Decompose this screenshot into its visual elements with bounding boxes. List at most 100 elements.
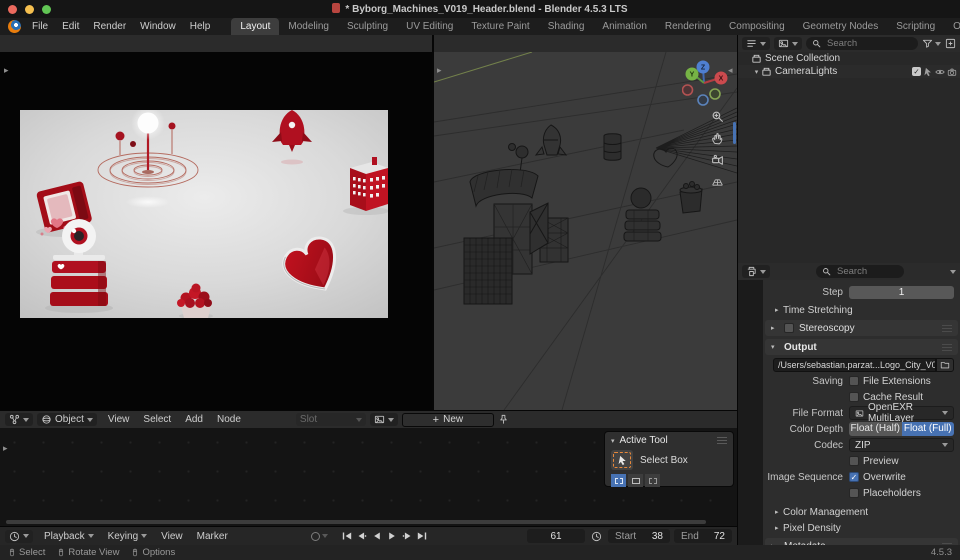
perspective-toggle-icon[interactable] <box>711 176 724 189</box>
file-format-dropdown[interactable]: OpenEXR MultiLayer <box>849 402 954 424</box>
node-menu-add[interactable]: Add <box>178 411 210 428</box>
saving-label: Saving <box>812 375 843 387</box>
current-frame-field[interactable]: 61 <box>527 529 585 543</box>
output-panel[interactable]: ▾ Output <box>765 339 958 355</box>
toolbar-expand-icon[interactable]: ▸ <box>3 444 8 453</box>
output-path-field[interactable]: /Users/sebastian.parzat...Logo_City_V07_… <box>773 358 936 372</box>
camera-view-icon[interactable] <box>711 154 724 167</box>
placeholders-checkbox[interactable] <box>849 488 859 498</box>
play-button[interactable] <box>385 530 399 543</box>
outliner-filter-dropdown[interactable] <box>922 38 941 49</box>
collection-checkbox[interactable]: ✓ <box>912 67 921 76</box>
select-mode-subtract-button[interactable] <box>645 474 660 487</box>
render-toggle-icon[interactable] <box>947 67 957 77</box>
node-menu-select[interactable]: Select <box>136 411 178 428</box>
properties-editor-dropdown[interactable] <box>742 265 770 278</box>
browse-material-dropdown[interactable] <box>369 413 398 426</box>
outliner-row-scene-collection[interactable]: Scene Collection <box>738 52 960 65</box>
tab-sculpting[interactable]: Sculpting <box>338 18 397 35</box>
file-extensions-checkbox[interactable] <box>849 376 859 386</box>
select-mode-set-button[interactable] <box>611 474 626 487</box>
shader-type-dropdown[interactable]: Object <box>37 413 97 426</box>
editor-type-dropdown[interactable] <box>5 413 33 426</box>
tab-layout[interactable]: Layout <box>231 18 280 35</box>
color-depth-half-button[interactable]: Float (Half) <box>849 422 902 436</box>
blender-logo-icon[interactable] <box>8 20 21 33</box>
stereoscopy-panel[interactable]: ▸ Stereoscopy <box>765 320 958 336</box>
toolbar-expand-icon[interactable]: ▸ <box>437 66 442 75</box>
use-preview-range-icon[interactable] <box>591 531 602 542</box>
menu-render[interactable]: Render <box>86 18 133 35</box>
horizontal-scrollbar[interactable] <box>6 520 706 524</box>
timeline-menu-view[interactable]: View <box>154 528 190 545</box>
expand-icon[interactable]: ▾ <box>752 68 761 76</box>
tab-compositing[interactable]: Compositing <box>720 18 794 35</box>
tab-uv-editing[interactable]: UV Editing <box>397 18 462 35</box>
next-keyframe-button[interactable] <box>400 530 414 543</box>
pan-hand-icon[interactable] <box>711 132 724 145</box>
stereoscopy-checkbox[interactable] <box>784 323 794 333</box>
timeline-menu-marker[interactable]: Marker <box>190 528 235 545</box>
new-material-button[interactable]: + New <box>401 412 494 427</box>
node-editor-canvas[interactable]: ▸ ▾ Active Tool Select Box <box>0 428 737 526</box>
tab-modeling[interactable]: Modeling <box>279 18 338 35</box>
properties-options-dropdown[interactable] <box>950 269 956 274</box>
selectable-toggle-icon[interactable] <box>923 67 933 77</box>
scrollbar-thumb[interactable] <box>733 122 736 144</box>
metadata-panel[interactable]: ▸Metadata <box>765 538 958 545</box>
menu-file[interactable]: File <box>25 18 55 35</box>
menu-edit[interactable]: Edit <box>55 18 86 35</box>
color-management-panel[interactable]: Color Management <box>783 507 868 518</box>
pin-icon[interactable] <box>498 414 509 425</box>
outliner-editor-dropdown[interactable] <box>742 37 770 50</box>
timeline-editor-dropdown[interactable] <box>5 529 33 543</box>
properties-search-input[interactable] <box>835 265 898 278</box>
step-slider[interactable]: 1 <box>849 285 954 299</box>
auto-keying-toggle[interactable] <box>311 531 321 541</box>
new-collection-icon[interactable] <box>945 38 956 49</box>
select-mode-extend-button[interactable] <box>628 474 643 487</box>
properties-search[interactable] <box>816 265 904 278</box>
tab-scripting[interactable]: Scripting <box>887 18 944 35</box>
outliner-search[interactable] <box>806 37 918 50</box>
timeline-menu-keying[interactable]: Keying <box>101 528 155 545</box>
outliner-search-input[interactable] <box>825 37 912 50</box>
prev-keyframe-button[interactable] <box>355 530 369 543</box>
timeline-menu-playback[interactable]: Playback <box>37 528 101 545</box>
tab-texture-paint[interactable]: Texture Paint <box>462 18 538 35</box>
overwrite-checkbox[interactable]: ✓ <box>849 472 859 482</box>
jump-end-button[interactable] <box>415 530 429 543</box>
menu-window[interactable]: Window <box>133 18 183 35</box>
preview-checkbox[interactable] <box>849 456 859 466</box>
frame-start-field[interactable]: Start 38 <box>608 529 670 543</box>
browse-folder-button[interactable] <box>936 358 954 372</box>
toolbar-expand-icon[interactable]: ▸ <box>4 66 9 75</box>
node-menu-node[interactable]: Node <box>210 411 248 428</box>
jump-start-button[interactable] <box>340 530 354 543</box>
tab-geometry-nodes[interactable]: Geometry Nodes <box>794 18 888 35</box>
outliner-display-dropdown[interactable] <box>774 37 802 50</box>
zoom-icon[interactable] <box>711 110 724 123</box>
tab-shading[interactable]: Shading <box>539 18 594 35</box>
color-depth-full-button[interactable]: Float (Full) <box>901 422 954 436</box>
tab-animation[interactable]: Animation <box>593 18 655 35</box>
tab-office[interactable]: Office <box>944 18 960 35</box>
frame-end-field[interactable]: End 72 <box>674 529 732 543</box>
viewport-rendered[interactable]: ▸ <box>0 52 432 410</box>
node-menu-view[interactable]: View <box>101 411 137 428</box>
select-box-tool-button[interactable] <box>611 450 633 470</box>
time-stretching-panel[interactable]: Time Stretching <box>783 305 853 316</box>
outliner-row-cameralights[interactable]: ▾ CameraLights ✓ <box>738 65 960 78</box>
tab-rendering[interactable]: Rendering <box>656 18 720 35</box>
slot-dropdown[interactable]: Slot <box>295 413 366 426</box>
viewport-wireframe[interactable]: ▸ ◂ Z Y X <box>434 52 737 410</box>
hide-toggle-icon[interactable] <box>935 67 945 77</box>
cache-result-checkbox[interactable] <box>849 392 859 402</box>
pixel-density-panel[interactable]: Pixel Density <box>783 523 841 534</box>
collapse-icon[interactable]: ▾ <box>611 437 615 445</box>
panel-grip[interactable] <box>717 440 727 441</box>
menu-help[interactable]: Help <box>183 18 218 35</box>
codec-dropdown[interactable]: ZIP <box>849 438 954 452</box>
play-reverse-button[interactable] <box>370 530 384 543</box>
navigation-gizmo[interactable]: Z Y X <box>682 58 737 108</box>
